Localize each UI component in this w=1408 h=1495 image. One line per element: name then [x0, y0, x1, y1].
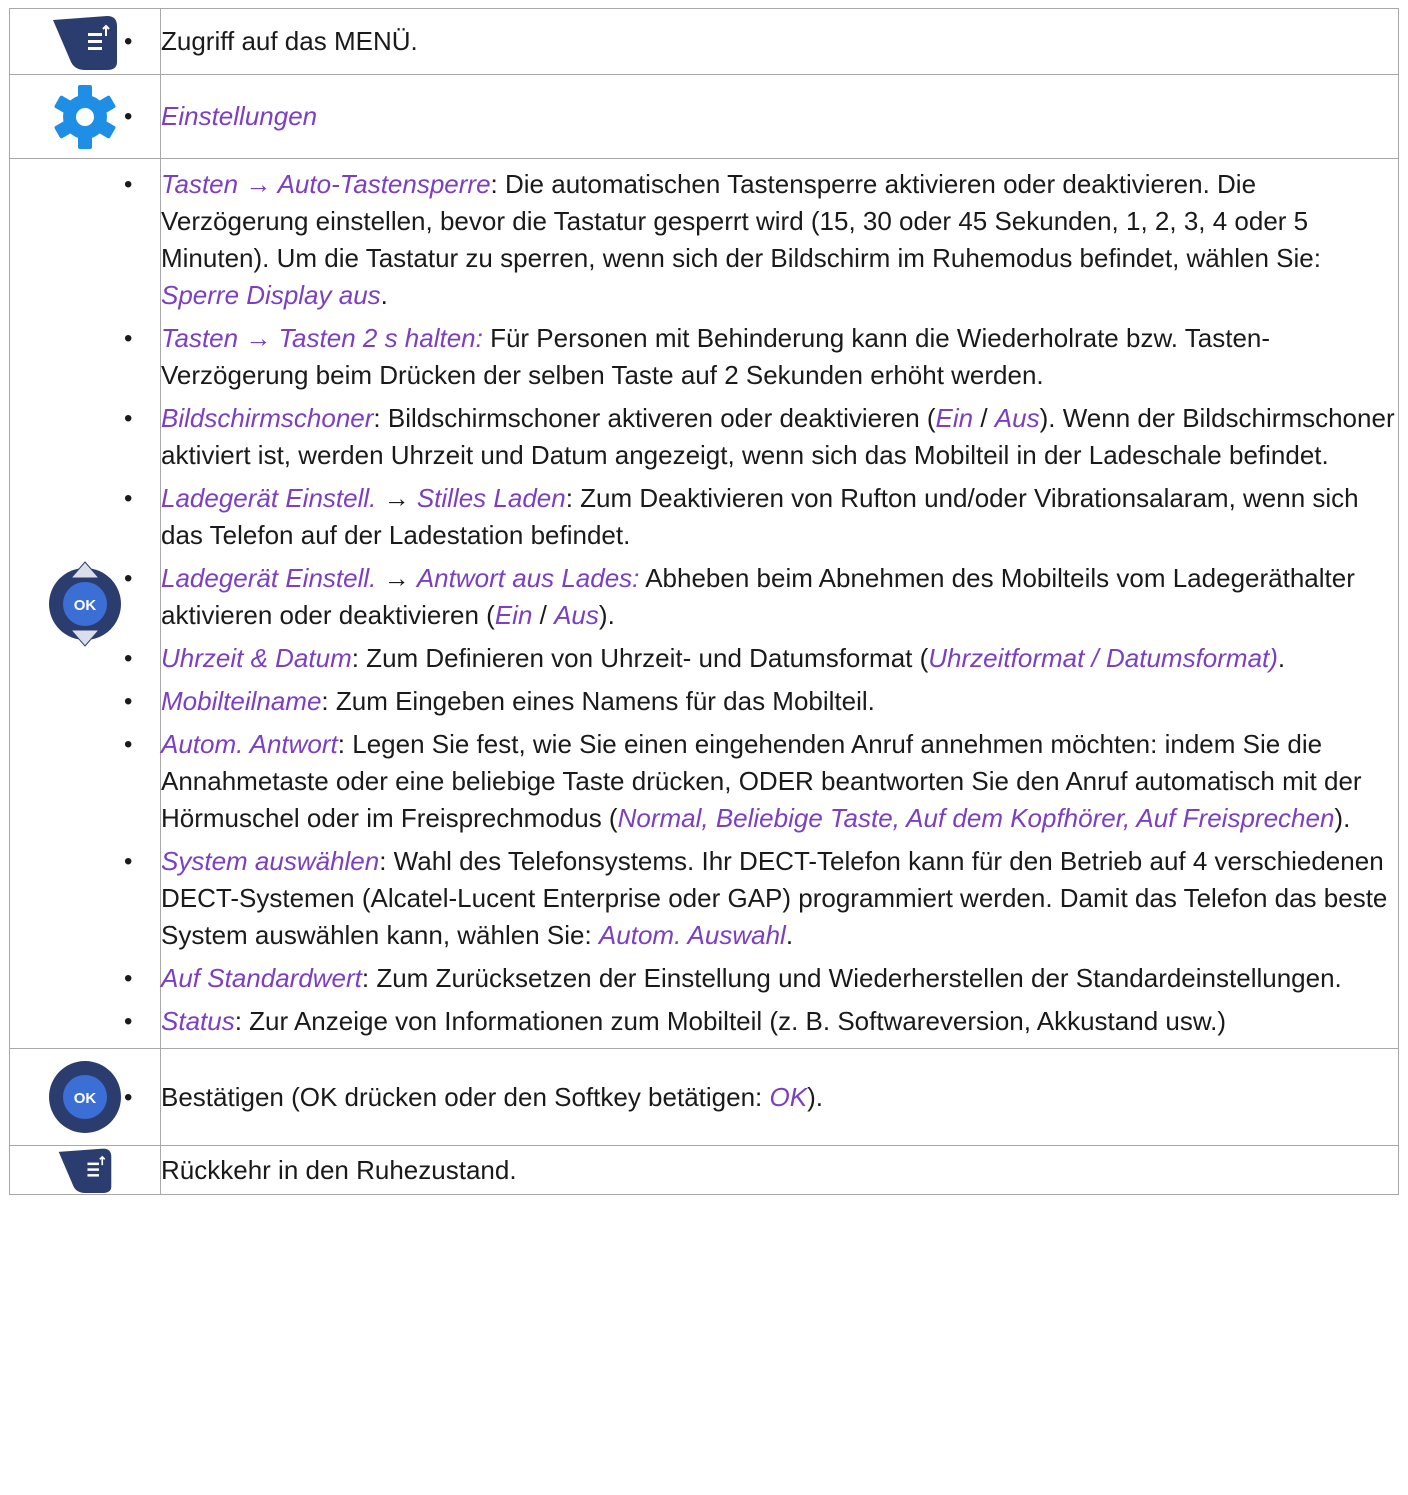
icon-cell — [9, 8, 161, 75]
item-text: : Zum Eingeben eines Namens für das Mobi… — [321, 686, 875, 716]
item-highlight: Tasten — [161, 169, 239, 199]
item-highlight: Auf Standardwert — [161, 963, 362, 993]
arrow-text: → — [238, 169, 278, 199]
item-highlight: Ein — [494, 600, 533, 630]
row-back: Rückkehr in den Ruhezustand. — [9, 1145, 1399, 1195]
item-highlight: Ladegerät Einstell. — [161, 483, 377, 513]
text-cell: Einstellungen — [124, 74, 1399, 159]
list-item: Status: Zur Anzeige von Informationen zu… — [124, 1003, 1398, 1040]
settings-label: Einstellungen — [161, 101, 318, 131]
arrow-text: → — [238, 323, 279, 353]
item-text: ). — [807, 1081, 823, 1112]
arrow-text: → — [376, 563, 417, 593]
list-item: Uhrzeit & Datum: Zum Definieren von Uhrz… — [124, 640, 1398, 677]
item-highlight: Tasten 2 s halten: — [278, 323, 483, 353]
instruction-table: Zugriff auf das MENÜ. Einstellungen — [9, 8, 1399, 1195]
icon-cell — [9, 1145, 161, 1195]
list-item: Mobilteilname: Zum Eingeben eines Namens… — [124, 683, 1398, 720]
item-highlight: Auto-Tastensperre — [277, 169, 491, 199]
arrow-text: → — [376, 483, 417, 513]
list-item: Ladegerät Einstell. → Stilles Laden: Zum… — [124, 480, 1398, 554]
item-highlight: Autom. Auswahl — [598, 920, 786, 950]
ok-glyph: OK — [74, 597, 97, 614]
text-cell: Rückkehr in den Ruhezustand. — [160, 1145, 1399, 1195]
back-text: Rückkehr in den Ruhezustand. — [161, 1154, 517, 1185]
ok-button-icon: OK — [49, 1061, 121, 1133]
navigator-ok-icon: OK — [49, 560, 121, 647]
list-item: Bestätigen (OK drücken oder den Softkey … — [124, 1079, 1398, 1116]
item-highlight: Ladegerät Einstell. — [161, 563, 377, 593]
row-settings-list: OK Tasten → Auto-Tastensperre: Die autom… — [9, 158, 1399, 1049]
icon-cell — [9, 74, 161, 159]
item-highlight: Mobilteilname — [161, 686, 322, 716]
item-highlight: Tasten — [161, 323, 239, 353]
item-text: . — [785, 920, 794, 950]
ok-glyph: OK — [74, 1090, 97, 1107]
menu-access-text: Zugriff auf das MENÜ. — [161, 26, 418, 56]
list-item: Einstellungen — [124, 98, 1398, 135]
text-cell: Tasten → Auto-Tastensperre: Die automati… — [124, 158, 1399, 1049]
item-highlight: Ein — [935, 403, 974, 433]
list-item: Ladegerät Einstell. → Antwort aus Lades:… — [124, 560, 1398, 634]
item-text: ). — [598, 600, 615, 630]
row-confirm: OK Bestätigen (OK drücken oder den Softk… — [9, 1048, 1399, 1146]
item-text: : Zur Anzeige von Informationen zum Mobi… — [234, 1006, 1227, 1036]
text-cell: Bestätigen (OK drücken oder den Softkey … — [124, 1048, 1399, 1146]
row-menu: Zugriff auf das MENÜ. — [9, 8, 1399, 75]
icon-cell: OK — [9, 1048, 161, 1146]
item-highlight: Status — [161, 1006, 235, 1036]
item-highlight: Stilles Laden — [416, 483, 566, 513]
menu-key-icon — [58, 1148, 112, 1193]
row-settings: Einstellungen — [9, 74, 1399, 159]
item-highlight: Uhrzeit & Datum — [161, 643, 352, 673]
gear-icon — [54, 84, 116, 149]
item-text: ). — [1334, 803, 1351, 833]
item-text: . — [1277, 643, 1286, 673]
list-item: Bildschirmschoner: Bildschirmschoner akt… — [124, 400, 1398, 474]
item-highlight: System auswählen — [161, 846, 380, 876]
list-item: Rückkehr in den Ruhezustand. — [161, 1152, 1398, 1189]
item-highlight: Autom. Antwort — [161, 729, 338, 759]
item-highlight: Bildschirmschoner — [161, 403, 374, 433]
icon-cell: OK — [9, 158, 161, 1049]
list-item: Autom. Antwort: Legen Sie fest, wie Sie … — [124, 726, 1398, 837]
item-text: : Zum Definieren von Uhrzeit- und Datums… — [351, 643, 929, 673]
item-text: Bestätigen (OK drücken oder den Softkey … — [161, 1081, 770, 1112]
item-highlight: Normal, Beliebige Taste, Auf dem Kopfhör… — [617, 803, 1335, 833]
list-item: Tasten → Auto-Tastensperre: Die automati… — [124, 166, 1398, 314]
item-text: : Bildschirmschoner aktiveren oder deakt… — [373, 403, 936, 433]
item-highlight: Sperre Display aus — [161, 280, 381, 310]
menu-key-icon — [53, 15, 117, 70]
list-item: Tasten → Tasten 2 s halten: Für Personen… — [124, 320, 1398, 394]
list-item: Auf Standardwert: Zum Zurücksetzen der E… — [124, 960, 1398, 997]
item-text: / — [973, 403, 995, 433]
list-item: Zugriff auf das MENÜ. — [124, 23, 1398, 60]
item-text: / — [532, 600, 555, 630]
item-highlight: Aus — [994, 403, 1040, 433]
list-item: System auswählen: Wahl des Telefonsystem… — [124, 843, 1398, 954]
item-text: . — [380, 280, 388, 310]
item-highlight: Antwort aus Lades: — [416, 563, 640, 593]
item-text: : Zum Zurücksetzen der Einstellung und W… — [361, 963, 1342, 993]
item-highlight: Uhrzeitformat / Datumsformat) — [928, 643, 1278, 673]
text-cell: Zugriff auf das MENÜ. — [124, 8, 1399, 75]
item-highlight: OK — [769, 1081, 808, 1112]
item-highlight: Aus — [554, 600, 599, 630]
